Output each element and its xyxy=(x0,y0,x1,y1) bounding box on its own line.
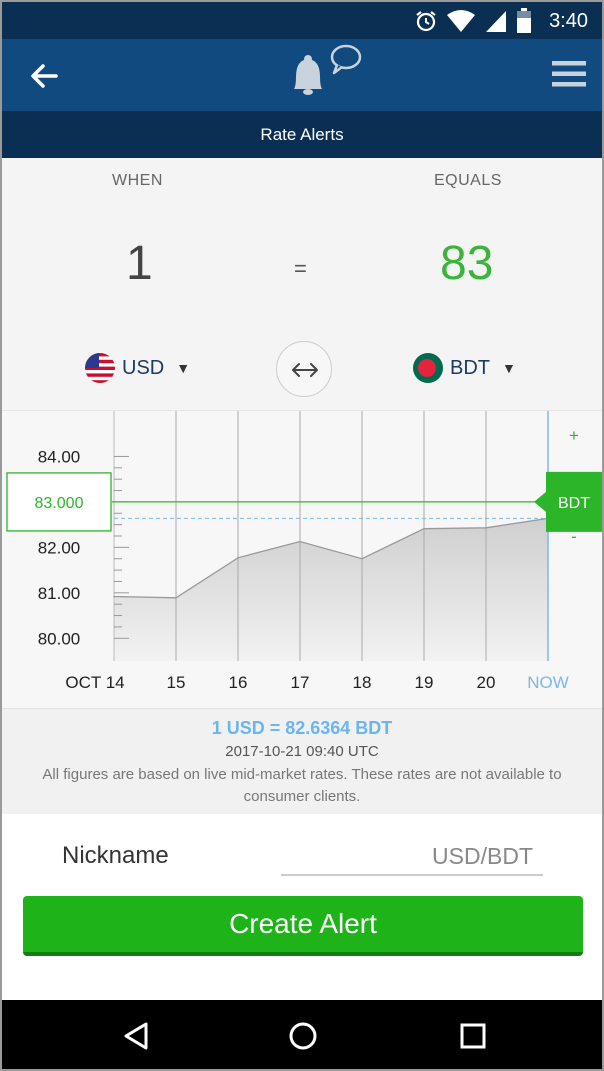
disclaimer: All figures are based on live mid-market… xyxy=(42,766,562,805)
app-bar xyxy=(2,39,602,111)
chart-x-tick-label: 18 xyxy=(353,673,372,692)
page-title: Rate Alerts xyxy=(2,111,602,158)
chart-x-tick-label: NOW xyxy=(527,673,569,692)
when-label: WHEN xyxy=(112,172,163,189)
to-currency-selector[interactable]: BDT ▼ xyxy=(413,351,516,385)
wifi-icon xyxy=(447,10,475,32)
chart-y-tick-label: 84.00 xyxy=(38,447,81,466)
rate-chart[interactable]: 84.00 82.00 81.00 80.00 83.000 BDT + - OCT 14 15 1… xyxy=(2,410,602,708)
chart-x-tick-label: 16 xyxy=(229,673,248,692)
status-time: 3:40 xyxy=(549,10,588,32)
decrease-target-button[interactable]: - xyxy=(571,527,577,546)
bangladesh-flag-icon xyxy=(413,353,443,383)
nickname-label: Nickname xyxy=(62,842,169,869)
chart-y-tick-label: 80.00 xyxy=(38,629,81,648)
chart-x-tick-label: OCT 14 xyxy=(65,673,124,692)
chart-x-tick-label: 20 xyxy=(477,673,496,692)
chevron-down-icon: ▼ xyxy=(502,360,516,376)
menu-icon[interactable] xyxy=(552,59,586,89)
live-rate: 1 USD = 82.6364 BDT xyxy=(211,718,393,738)
from-currency-selector[interactable]: USD ▼ xyxy=(85,351,190,385)
from-amount[interactable]: 1 xyxy=(126,236,153,291)
app-frame: 3:40 Rate Alerts WHEN EQUALS 1 = 83 USD … xyxy=(0,0,604,1071)
to-currency-code: BDT xyxy=(450,356,490,379)
swap-button[interactable] xyxy=(276,341,332,397)
chart-data-point xyxy=(175,597,177,599)
chart-x-tick-label: 19 xyxy=(415,673,434,692)
chart-x-tick-label: 15 xyxy=(167,673,186,692)
nickname-input[interactable] xyxy=(281,838,543,876)
chart-y-tick-label: 82.00 xyxy=(38,538,81,557)
swap-icon xyxy=(292,363,318,377)
chart-data-point xyxy=(113,595,115,598)
to-amount[interactable]: 83 xyxy=(440,236,493,291)
chart-data-point xyxy=(485,527,487,529)
target-value-label[interactable]: 83.000 xyxy=(35,495,84,512)
rate-chart-svg[interactable]: 84.00 82.00 81.00 80.00 83.000 BDT + - OCT 14 15 1… xyxy=(2,411,602,709)
target-currency-label: BDT xyxy=(558,495,590,512)
battery-icon xyxy=(517,8,531,33)
equals-sign: = xyxy=(294,256,307,281)
rate-info: 1 USD = 82.6364 BDT 2017-10-21 09:40 UTC… xyxy=(2,708,602,814)
from-currency-code: USD xyxy=(122,356,165,379)
chevron-down-icon: ▼ xyxy=(176,360,191,376)
chart-data-point xyxy=(423,527,425,530)
status-bar: 3:40 xyxy=(2,2,602,39)
chart-data-point xyxy=(237,557,239,559)
chart-x-tick-label: 17 xyxy=(291,673,310,692)
bell-icon[interactable] xyxy=(282,43,368,107)
alert-form: Nickname Create Alert xyxy=(2,814,602,1000)
nav-home-icon[interactable] xyxy=(287,1020,319,1052)
chat-bubble-icon xyxy=(330,44,362,75)
back-arrow-icon[interactable] xyxy=(24,59,64,93)
chart-area-fill xyxy=(114,518,548,661)
chart-data-point xyxy=(361,557,363,560)
alarm-icon xyxy=(416,11,436,32)
converter-panel: WHEN EQUALS 1 = 83 USD ▼ BDT ▼ xyxy=(2,158,602,410)
equals-label: EQUALS xyxy=(434,172,502,189)
nav-recents-icon[interactable] xyxy=(457,1020,489,1052)
usa-flag-icon xyxy=(85,353,115,383)
status-icons xyxy=(414,8,532,34)
chart-data-point xyxy=(299,540,301,543)
nav-back-icon[interactable] xyxy=(120,1020,152,1052)
system-nav-bar xyxy=(2,1000,602,1069)
signal-icon xyxy=(486,11,506,32)
rate-timestamp: 2017-10-21 09:40 UTC xyxy=(225,743,379,760)
chart-y-tick-label: 81.00 xyxy=(38,584,81,603)
increase-target-button[interactable]: + xyxy=(569,426,579,445)
create-alert-button[interactable]: Create Alert xyxy=(23,896,583,956)
